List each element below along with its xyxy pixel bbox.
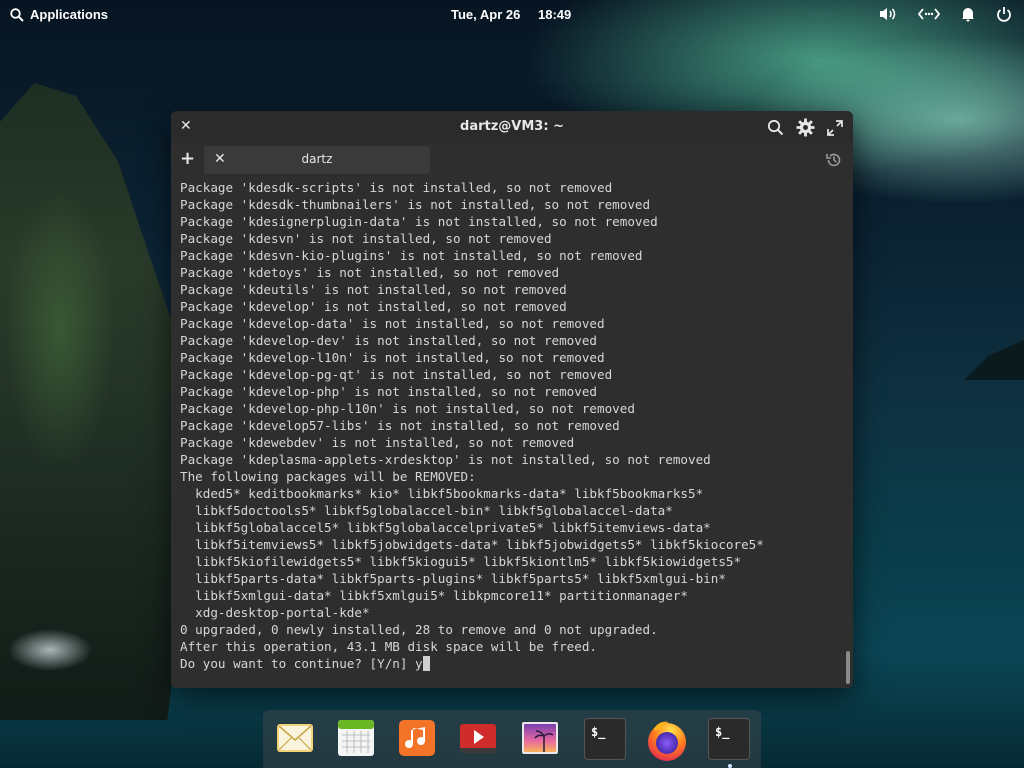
terminal-line: Package 'kdevelop-dev' is not installed,… [180, 333, 598, 348]
terminal-line: Package 'kdevelop-php-l10n' is not insta… [180, 401, 635, 416]
wallpaper-surf [0, 600, 120, 690]
running-indicator [728, 764, 732, 768]
gear-icon[interactable] [796, 118, 815, 141]
terminal-line: libkf5doctools5* libkf5globalaccel-bin* … [180, 503, 673, 518]
terminal-line: Package 'kdeplasma-applets-xrdesktop' is… [180, 452, 711, 467]
terminal-line: libkf5xmlgui-data* libkf5xmlgui5* libkpm… [180, 588, 688, 603]
system-tray [878, 6, 1012, 22]
text-cursor [422, 656, 430, 671]
firefox-icon[interactable] [645, 718, 686, 761]
power-icon[interactable] [996, 6, 1012, 22]
calendar-icon[interactable] [336, 718, 376, 758]
network-icon[interactable] [918, 6, 940, 22]
terminal-line: Package 'kdesdk-thumbnailers' is not ins… [180, 197, 651, 212]
terminal-line: libkf5itemviews5* libkf5jobwidgets-data*… [180, 537, 764, 552]
terminal-line: Package 'kdevelop-pg-qt' is not installe… [180, 367, 613, 382]
terminal-icon[interactable]: $_ [708, 718, 750, 760]
terminal-line: Package 'kdesvn' is not installed, so no… [180, 231, 552, 246]
music-icon[interactable] [397, 718, 437, 758]
terminal-line: libkf5kiofilewidgets5* libkf5kiogui5* li… [180, 554, 742, 569]
dock: $_ $_ [263, 710, 761, 768]
videos-icon[interactable] [458, 718, 498, 758]
tab-dartz[interactable]: ✕ dartz [204, 146, 430, 174]
terminal-glyph: $_ [715, 725, 730, 739]
terminal-line: kded5* keditbookmarks* kio* libkf5bookma… [180, 486, 704, 501]
search-icon [10, 7, 24, 22]
new-tab-button[interactable]: + [180, 148, 195, 169]
applications-menu-button[interactable]: Applications [10, 7, 108, 22]
tab-label: dartz [301, 152, 333, 166]
terminal-line: Package 'kdesdk-scripts' is not installe… [180, 180, 613, 195]
photos-icon[interactable] [520, 718, 560, 758]
top-panel: Applications Tue, Apr 26 18:49 [0, 0, 1024, 30]
mail-icon[interactable] [275, 718, 315, 758]
history-icon[interactable] [825, 151, 843, 173]
terminal-line: Package 'kdeutils' is not installed, so … [180, 282, 567, 297]
terminal-prompt-line[interactable]: Do you want to continue? [Y/n] y [180, 655, 840, 672]
terminal-line: Package 'kdetoys' is not installed, so n… [180, 265, 560, 280]
terminal-line: Package 'kdesignerplugin-data' is not in… [180, 214, 658, 229]
date-indicator[interactable]: Tue, Apr 26 [451, 7, 520, 22]
terminal-line: libkf5parts-data* libkf5parts-plugins* l… [180, 571, 726, 586]
time-indicator[interactable]: 18:49 [538, 7, 571, 22]
window-title: dartz@VM3: ~ [460, 119, 564, 134]
terminal-line: Package 'kdevelop57-libs' is not install… [180, 418, 620, 433]
wallpaper-island [964, 340, 1024, 380]
terminal-line: After this operation, 43.1 MB disk space… [180, 639, 598, 654]
terminal-line: libkf5globalaccel5* libkf5globalaccelpri… [180, 520, 711, 535]
terminal-line: Package 'kdesvn-kio-plugins' is not inst… [180, 248, 643, 263]
terminal-line: Package 'kdevelop-data' is not installed… [180, 316, 605, 331]
terminal-line: The following packages will be REMOVED: [180, 469, 476, 484]
terminal-line: Package 'kdevelop-php' is not installed,… [180, 384, 598, 399]
volume-icon[interactable] [878, 6, 898, 22]
terminal-window: ✕ dartz@VM3: ~ + ✕ dartz Package 'kdesdk… [171, 111, 853, 688]
window-titlebar[interactable]: ✕ dartz@VM3: ~ [171, 111, 853, 143]
terminal-line: xdg-desktop-portal-kde* [180, 605, 370, 620]
terminal-prompt: Do you want to continue? [Y/n] y [180, 656, 423, 671]
terminal-line: Package 'kdevelop-l10n' is not installed… [180, 350, 605, 365]
window-controls [767, 118, 843, 141]
terminal-scrollbar[interactable] [846, 651, 850, 684]
applications-label: Applications [30, 7, 109, 22]
terminal-line: 0 upgraded, 0 newly installed, 28 to rem… [180, 622, 658, 637]
tab-bar: + ✕ dartz [171, 143, 853, 177]
terminal-glyph: $_ [591, 725, 606, 739]
terminal-output[interactable]: Package 'kdesdk-scripts' is not installe… [180, 179, 840, 679]
maximize-icon[interactable] [827, 119, 843, 140]
terminal-icon[interactable]: $_ [584, 718, 626, 760]
notifications-icon[interactable] [960, 6, 976, 22]
find-icon[interactable] [767, 119, 784, 140]
terminal-line: Package 'kdevelop' is not installed, so … [180, 299, 567, 314]
terminal-line: Package 'kdewebdev' is not installed, so… [180, 435, 575, 450]
